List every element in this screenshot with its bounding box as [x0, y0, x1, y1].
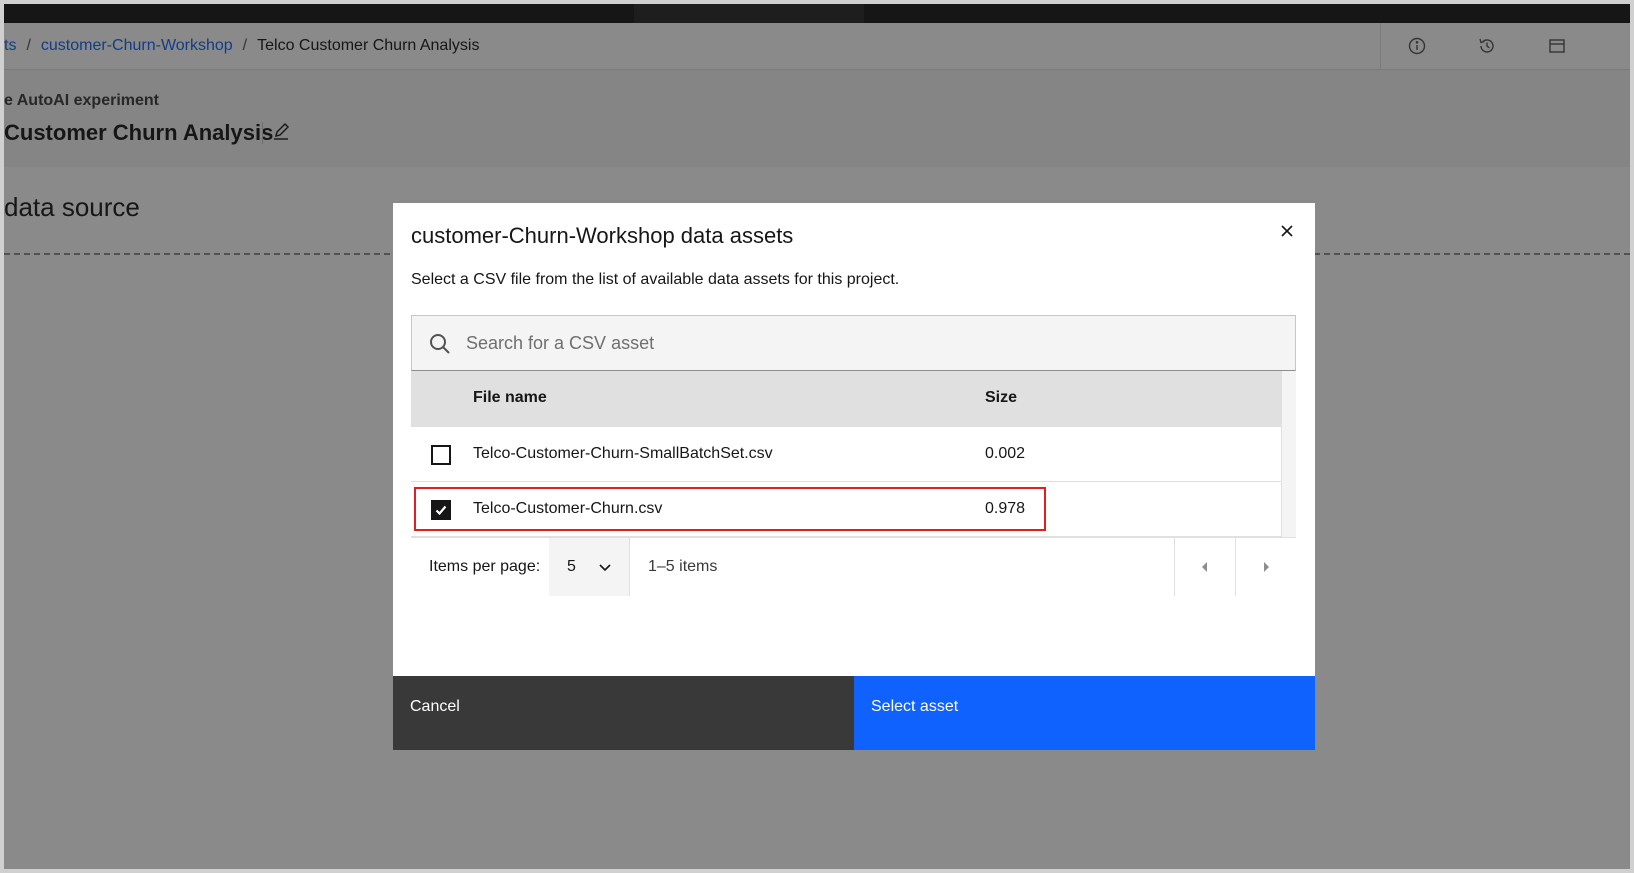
previous-page-button[interactable] — [1174, 538, 1235, 596]
data-assets-modal: customer-Churn-Workshop data assets Sele… — [393, 203, 1315, 750]
table-scrollbar[interactable] — [1281, 371, 1296, 537]
search-field — [411, 315, 1296, 371]
file-name-cell: Telco-Customer-Churn.csv — [473, 500, 663, 517]
column-header-file-name[interactable]: File name — [473, 389, 547, 407]
caret-left-icon — [1202, 562, 1207, 572]
search-input[interactable] — [466, 316, 1286, 370]
pagination: Items per page: 5 1–5 items — [411, 537, 1296, 596]
checkmark-icon — [435, 505, 447, 516]
modal-description: Select a CSV file from the list of avail… — [411, 271, 900, 288]
size-cell: 0.002 — [985, 445, 1026, 462]
items-per-page-label: Items per page: — [429, 558, 541, 575]
file-name-cell: Telco-Customer-Churn-SmallBatchSet.csv — [473, 445, 773, 462]
table-row[interactable]: Telco-Customer-Churn-SmallBatchSet.csv 0… — [411, 427, 1281, 482]
next-page-button[interactable] — [1235, 538, 1296, 596]
table-row[interactable]: Telco-Customer-Churn.csv 0.978 — [411, 482, 1281, 537]
row-checkbox[interactable] — [431, 445, 451, 465]
app-frame: ts/customer-Churn-Workshop/Telco Custome… — [0, 0, 1634, 873]
items-per-page-value: 5 — [567, 558, 576, 575]
pagination-range: 1–5 items — [629, 538, 717, 596]
column-header-size[interactable]: Size — [985, 389, 1017, 407]
caret-right-icon — [1264, 562, 1269, 572]
cancel-button[interactable]: Cancel — [393, 676, 854, 750]
chevron-down-icon — [599, 564, 611, 572]
size-cell: 0.978 — [985, 500, 1026, 517]
assets-table: File name Size Telco-Customer-Churn-Smal… — [411, 371, 1281, 537]
row-checkbox-checked[interactable] — [431, 500, 451, 520]
table-header: File name Size — [411, 371, 1281, 427]
search-icon — [428, 332, 452, 356]
select-asset-button[interactable]: Select asset — [854, 676, 1315, 750]
close-icon[interactable] — [1271, 215, 1303, 247]
modal-title: customer-Churn-Workshop data assets — [411, 223, 794, 248]
items-per-page-select[interactable]: 5 — [549, 538, 629, 596]
